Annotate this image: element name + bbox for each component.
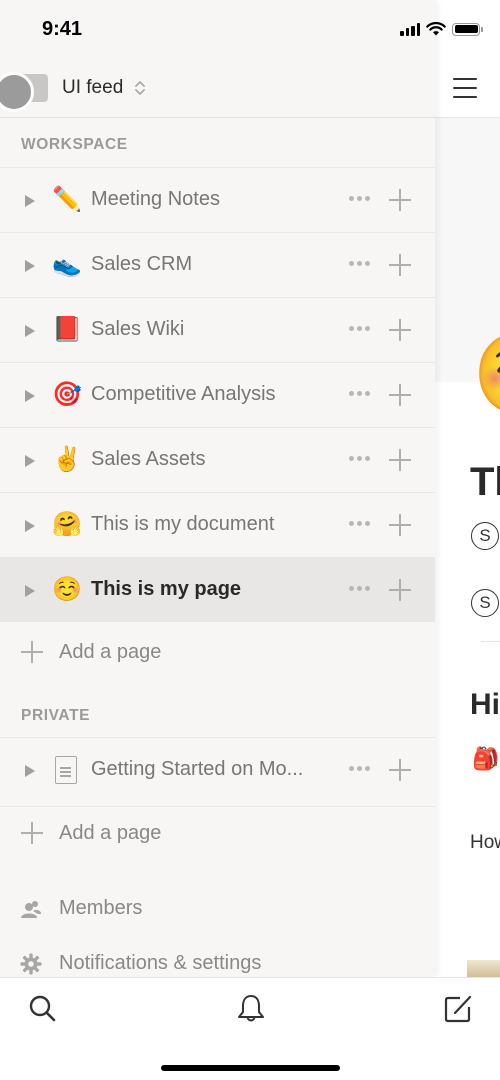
avatar (0, 72, 34, 112)
search-icon[interactable] (26, 992, 60, 1026)
more-options-icon[interactable] (345, 387, 374, 400)
page-label: Getting Started on Mo... (91, 758, 304, 780)
expand-caret-icon[interactable] (25, 195, 35, 207)
add-page-label: Add a page (59, 641, 162, 663)
more-options-icon[interactable] (345, 582, 374, 595)
notifications-settings-link[interactable]: Notifications & settings (0, 945, 435, 977)
page-title: Th (470, 460, 500, 504)
content-body-text: How (470, 832, 500, 853)
add-page-button-private[interactable]: Add a page (0, 806, 435, 856)
page-label: This is my document (91, 513, 275, 535)
members-label: Members (59, 897, 143, 919)
bottom-tab-bar (0, 977, 500, 1080)
expand-caret-icon[interactable] (25, 585, 35, 597)
expand-caret-icon[interactable] (25, 765, 35, 777)
add-subpage-icon[interactable] (389, 319, 411, 341)
more-options-icon[interactable] (345, 762, 374, 775)
add-page-label: Add a page (59, 822, 162, 844)
sidebar-page-getting-started[interactable]: Getting Started on Mo... (0, 737, 435, 802)
page-label: Competitive Analysis (91, 383, 276, 405)
add-subpage-icon[interactable] (389, 514, 411, 536)
page-content-peek: ☺️ Th S S Hi 🎒 How (435, 0, 500, 1080)
page-label: This is my page (91, 578, 242, 600)
page-label: Sales CRM (91, 253, 193, 275)
sidebar-page-item[interactable]: 👟 Sales CRM (0, 232, 435, 297)
property-icon: S (471, 522, 499, 550)
bell-icon[interactable] (234, 992, 268, 1026)
document-icon (55, 756, 77, 784)
section-label-workspace: WORKSPACE (21, 136, 128, 153)
more-options-icon[interactable] (345, 192, 374, 205)
page-emoji-icon: 📕 (52, 316, 82, 343)
more-options-icon[interactable] (345, 517, 374, 530)
status-bar: 9:41 (0, 0, 500, 60)
sidebar-page-item[interactable]: ✏️ Meeting Notes (0, 167, 435, 232)
more-options-icon[interactable] (345, 257, 374, 270)
page-label: Meeting Notes (91, 188, 220, 210)
members-link[interactable]: Members (0, 890, 435, 930)
content-topbar (435, 60, 500, 118)
expand-caret-icon[interactable] (25, 260, 35, 272)
add-subpage-icon[interactable] (389, 384, 411, 406)
content-divider (481, 641, 500, 642)
status-time: 9:41 (42, 18, 83, 40)
sidebar-page-item[interactable]: ✌️ Sales Assets (0, 427, 435, 492)
add-subpage-icon[interactable] (389, 254, 411, 276)
expand-caret-icon[interactable] (25, 390, 35, 402)
chevron-up-down-icon (135, 81, 145, 95)
sidebar-page-item[interactable]: 📕 Sales Wiki (0, 297, 435, 362)
property-icon: S (471, 589, 499, 617)
section-label-private: PRIVATE (21, 707, 91, 724)
page-emoji-icon: 🎯 (52, 381, 82, 408)
add-subpage-icon[interactable] (389, 189, 411, 211)
expand-caret-icon[interactable] (25, 455, 35, 467)
page-emoji-icon: 👟 (52, 251, 82, 278)
hamburger-menu-icon[interactable] (453, 78, 477, 98)
sidebar: UI feed WORKSPACE ✏️ Meeting Notes 👟 Sales … (0, 0, 435, 977)
add-subpage-icon[interactable] (389, 449, 411, 471)
page-label: Sales Assets (91, 448, 206, 470)
status-icons (400, 22, 483, 36)
page-emoji-icon: ✌️ (52, 446, 82, 473)
backpack-emoji: 🎒 (472, 746, 500, 771)
expand-caret-icon[interactable] (25, 325, 35, 337)
more-options-icon[interactable] (345, 452, 374, 465)
page-emoji-icon: ✏️ (52, 186, 82, 213)
page-emoji-icon: 🤗 (52, 511, 82, 538)
content-heading: Hi (470, 688, 500, 721)
battery-icon (452, 22, 483, 36)
page-label: Sales Wiki (91, 318, 185, 340)
sidebar-page-item[interactable]: 🎯 Competitive Analysis (0, 362, 435, 427)
sidebar-page-item[interactable]: ☺️ This is my page (0, 557, 435, 622)
sidebar-page-item[interactable]: 🤗 This is my document (0, 492, 435, 557)
add-subpage-icon[interactable] (389, 759, 411, 781)
page-emoji[interactable]: ☺️ (472, 334, 500, 416)
more-options-icon[interactable] (345, 322, 374, 335)
workspace-name: UI feed (62, 77, 124, 98)
plus-icon (21, 641, 43, 663)
workspace-switcher[interactable]: UI feed (0, 60, 435, 118)
page-emoji-icon: ☺️ (52, 576, 82, 603)
home-indicator (161, 1065, 340, 1071)
expand-caret-icon[interactable] (25, 520, 35, 532)
wifi-icon (426, 22, 446, 36)
add-subpage-icon[interactable] (389, 579, 411, 601)
cellular-signal-icon (400, 22, 420, 36)
compose-icon[interactable] (441, 992, 475, 1026)
gear-icon (20, 953, 42, 975)
members-icon (21, 901, 41, 918)
add-page-button-workspace[interactable]: Add a page (0, 626, 435, 676)
plus-icon (21, 822, 43, 844)
notifications-settings-label: Notifications & settings (59, 952, 262, 974)
